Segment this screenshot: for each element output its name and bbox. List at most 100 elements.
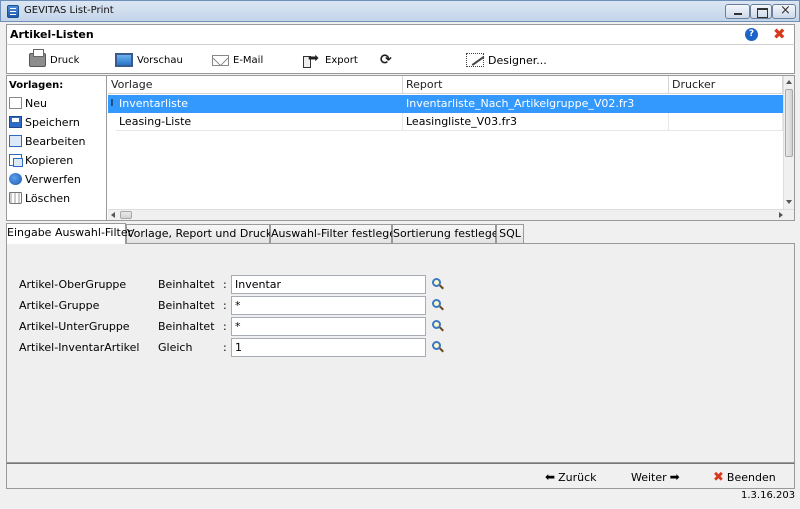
sidebar-item-copy[interactable]: Kopieren [9,152,73,168]
vertical-scrollbar[interactable] [783,76,794,209]
sidebar-heading: Vorlagen: [9,80,64,91]
cell-vorlage: Leasing-Liste [116,113,403,131]
filter-operator: Beinhaltet [158,278,215,291]
cell-vorlage: Inventarliste [116,95,403,113]
finish-button[interactable]: ✖ Beenden [713,469,776,485]
maximize-button[interactable] [750,4,772,19]
email-label: E-Mail [233,54,264,66]
magnifier-icon[interactable] [431,277,445,291]
x-icon: ✖ [713,469,724,485]
sidebar-item-label: Bearbeiten [25,134,86,148]
discard-icon [9,173,22,185]
filter-value-input[interactable]: 1 [231,338,426,357]
filter-row: Artikel-OberGruppe Beinhaltet : Inventar [7,275,796,295]
monitor-icon [115,53,133,67]
arrow-right-icon: ➡ [669,470,680,484]
cell-drucker [669,95,783,113]
column-header-drucker[interactable]: Drucker [669,76,783,94]
magnifier-icon[interactable] [431,340,445,354]
mail-icon [212,54,229,66]
refresh-icon: ⟳ [380,52,392,68]
designer-icon [466,53,484,67]
arrow-left-icon: ⬅ [545,470,556,484]
copy-icon [9,154,23,167]
page-title: Artikel-Listen [10,28,94,41]
designer-button[interactable]: Designer... [466,51,547,69]
filter-value-input[interactable]: Inventar [231,275,426,294]
tab-define-filter[interactable]: Auswahl-Filter festlegen [270,224,403,243]
tab-template-report-printer[interactable]: Vorlage, Report und Drucker [126,224,283,243]
filter-label: Artikel-Gruppe [19,299,100,312]
designer-label: Designer... [488,53,547,67]
tab-sql[interactable]: SQL [496,224,524,243]
print-label: Druck [50,54,80,66]
trash-icon [9,192,22,204]
tab-filter-input[interactable]: Eingabe Auswahl-Filter [6,223,132,244]
preview-button[interactable]: Vorschau [115,51,183,69]
main-panel: Vorlagen: Neu Speichern Bearbeiten Kopie… [6,75,795,221]
scroll-left-icon[interactable] [111,212,115,218]
filter-value-input[interactable]: * [231,296,426,315]
scroll-right-icon[interactable] [779,212,783,218]
sidebar-item-delete[interactable]: Löschen [9,190,70,206]
app-icon [7,5,19,18]
scroll-thumb[interactable] [785,89,793,157]
magnifier-icon[interactable] [431,298,445,312]
toolbar: Druck Vorschau E-Mail Export ⟳ Designer.… [6,44,795,74]
printer-icon [29,49,46,67]
filter-row: Artikel-UnterGruppe Beinhaltet : * [7,317,796,337]
filter-operator: Gleich [158,341,193,354]
sidebar-item-label: Kopieren [25,153,74,167]
email-button[interactable]: E-Mail [212,51,263,69]
sidebar-item-edit[interactable]: Bearbeiten [9,133,85,149]
help-icon[interactable]: ? [745,28,758,41]
magnifier-icon[interactable] [431,319,445,333]
filter-label: Artikel-InventarArtikel [19,341,140,354]
horizontal-scrollbar[interactable] [108,209,794,220]
back-label: Zurück [558,470,597,484]
tab-bar: Eingabe Auswahl-Filter Vorlage, Report u… [6,223,795,244]
filter-operator: Beinhaltet [158,320,215,333]
sidebar-item-new[interactable]: Neu [9,95,47,111]
table-row[interactable]: Leasing-Liste Leasingliste_V03.fr3 [108,113,783,131]
tab-panel-filter: Artikel-OberGruppe Beinhaltet : Inventar… [6,243,795,463]
scroll-down-icon[interactable] [786,200,792,204]
minimize-button[interactable] [725,4,750,19]
column-header-vorlage[interactable]: Vorlage [108,76,403,94]
back-button[interactable]: ⬅ Zurück [542,469,596,485]
filter-label: Artikel-OberGruppe [19,278,127,291]
save-icon [9,116,22,128]
refresh-button[interactable]: ⟳ [380,51,392,69]
sidebar-item-label: Neu [25,96,47,110]
colon-separator: : [223,320,227,333]
window-close-button[interactable] [772,3,796,19]
sidebar-item-discard[interactable]: Verwerfen [9,171,81,187]
export-label: Export [325,54,358,66]
sidebar-item-label: Speichern [25,115,80,129]
window-title: GEVITAS List-Print [24,5,114,16]
finish-label: Beenden [726,470,776,484]
templates-grid: Vorlage Report Drucker Inventarliste Inv… [108,76,783,209]
scroll-up-icon[interactable] [786,80,792,84]
edit-icon [9,135,22,147]
close-icon[interactable]: ✖ [773,25,786,43]
filter-row: Artikel-InventarArtikel Gleich : 1 [7,338,796,358]
sidebar-item-label: Löschen [25,191,71,205]
templates-sidebar: Vorlagen: Neu Speichern Bearbeiten Kopie… [7,76,107,220]
filter-row: Artikel-Gruppe Beinhaltet : * [7,296,796,316]
sidebar-item-save[interactable]: Speichern [9,114,80,130]
export-icon [303,51,321,68]
filter-operator: Beinhaltet [158,299,215,312]
tab-sorting[interactable]: Sortierung festlegen [392,224,506,243]
cell-drucker [669,113,783,131]
next-button[interactable]: Weiter ➡ [631,469,683,485]
print-button[interactable]: Druck [29,49,80,69]
header: Artikel-Listen ? ✖ [6,24,795,44]
table-row[interactable]: Inventarliste Inventarliste_Nach_Artikel… [108,95,783,113]
column-header-report[interactable]: Report [403,76,669,94]
cell-report: Leasingliste_V03.fr3 [403,113,669,131]
title-bar: GEVITAS List-Print [0,0,800,22]
filter-value-input[interactable]: * [231,317,426,336]
export-button[interactable]: Export [303,51,358,69]
scroll-thumb[interactable] [120,211,132,219]
